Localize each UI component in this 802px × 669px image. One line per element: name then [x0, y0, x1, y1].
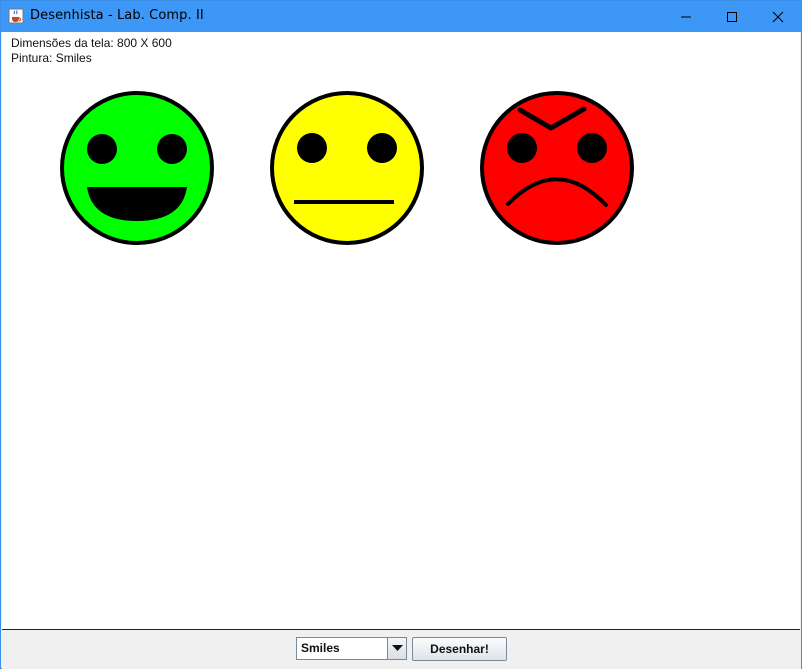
smile-face: [480, 91, 634, 245]
dimensions-label: Dimensões da tela: 800 X 600: [11, 36, 172, 50]
drawing-canvas[interactable]: Dimensões da tela: 800 X 600 Pintura: Sm…: [2, 32, 800, 630]
close-icon: [772, 11, 784, 22]
drawing-select[interactable]: Smiles: [296, 637, 407, 660]
smile-left-eye: [297, 133, 327, 163]
smile-right-eye: [577, 133, 607, 163]
draw-button[interactable]: Desenhar!: [412, 637, 507, 661]
smile-neutral: [270, 91, 424, 245]
smile-happy: [60, 91, 214, 245]
dropdown-arrow-button[interactable]: [387, 638, 406, 659]
maximize-icon: [727, 11, 737, 22]
minimize-button[interactable]: [663, 1, 709, 32]
window-title: Desenhista - Lab. Comp. II: [30, 8, 204, 23]
java-coffee-icon: [8, 8, 24, 24]
bottom-toolbar: Smiles Desenhar!: [2, 631, 801, 669]
chevron-down-icon: [391, 645, 403, 651]
title-bar[interactable]: Desenhista - Lab. Comp. II: [1, 1, 801, 32]
minimize-icon: [681, 16, 691, 17]
maximize-button[interactable]: [709, 1, 755, 32]
smile-left-eye: [87, 134, 117, 164]
smile-face: [270, 91, 424, 245]
close-button[interactable]: [755, 1, 801, 32]
smile-left-eye: [507, 133, 537, 163]
smile-right-eye: [157, 134, 187, 164]
drawing-select-value: Smiles: [301, 641, 340, 655]
smile-right-eye: [367, 133, 397, 163]
painting-label: Pintura: Smiles: [11, 51, 92, 65]
smile-angry: [480, 91, 634, 245]
app-window: Desenhista - Lab. Comp. II Dimensões da …: [0, 0, 802, 669]
